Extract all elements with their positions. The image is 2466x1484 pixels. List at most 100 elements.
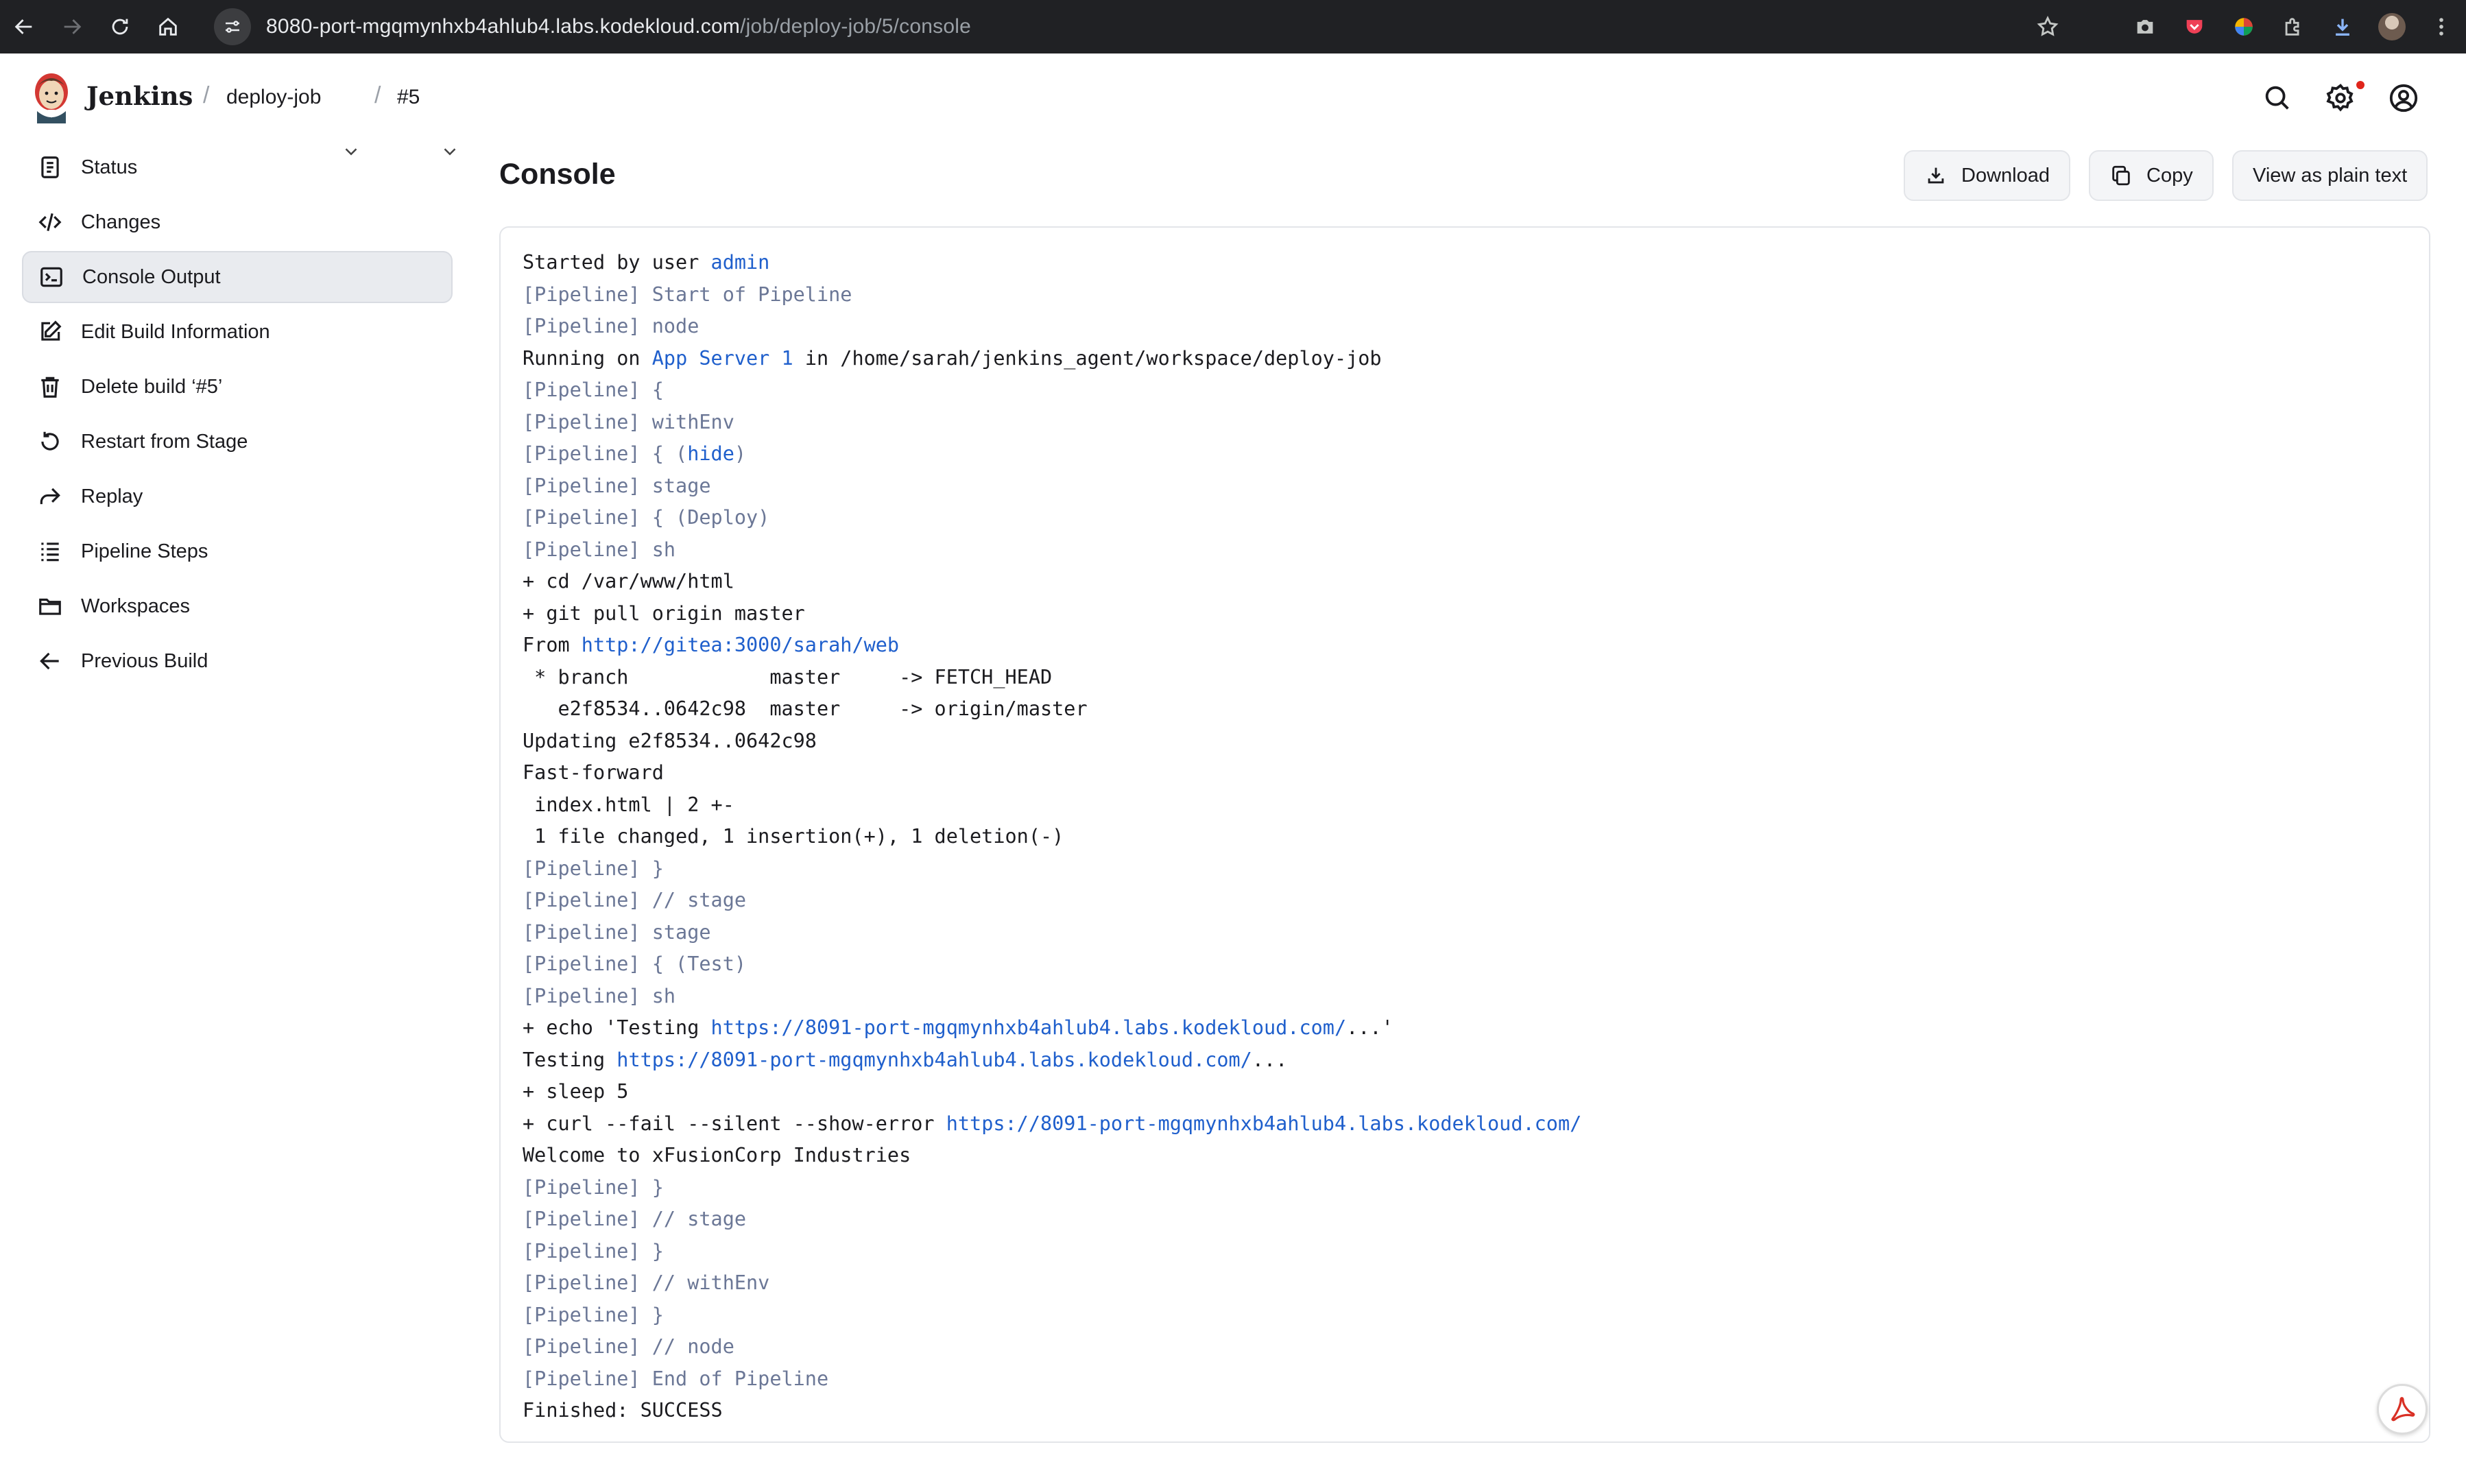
console-line: [Pipeline] // stage xyxy=(523,885,2407,917)
console-line: [Pipeline] node xyxy=(523,311,2407,343)
sidebar-item-changes[interactable]: Changes xyxy=(22,196,453,248)
console-link[interactable]: http://gitea:3000/sarah/web xyxy=(582,634,899,656)
sidebar-item-pipeline-steps[interactable]: Pipeline Steps xyxy=(22,525,453,577)
console-link[interactable]: https://8091-port-mgqmynhxb4ahlub4.labs.… xyxy=(946,1112,1582,1135)
sidebar-item-restart-from-stage[interactable]: Restart from Stage xyxy=(22,416,453,468)
console-text: e2f8534..0642c98 master -> origin/master xyxy=(523,697,1088,720)
pipeline-step-text: [Pipeline] Start of Pipeline xyxy=(523,283,852,306)
code-icon xyxy=(37,209,63,235)
console-text: in /home/sarah/jenkins_agent/workspace/d… xyxy=(793,346,1382,370)
console-text: ...' xyxy=(1346,1016,1393,1039)
back-button[interactable] xyxy=(0,0,48,53)
sidebar-item-label: Status xyxy=(81,156,138,178)
star-icon xyxy=(2037,15,2059,36)
pipeline-step-text: [Pipeline] // stage xyxy=(523,889,747,911)
pdf-extension-button[interactable] xyxy=(2377,1384,2428,1435)
console-line: index.html | 2 +- xyxy=(523,789,2407,822)
pipeline-step-text: [Pipeline] } xyxy=(523,1175,664,1199)
home-icon xyxy=(159,17,177,36)
jenkins-header: Jenkins / deploy-job / #5 xyxy=(0,53,2466,156)
forward-button[interactable] xyxy=(48,0,96,53)
notification-dot xyxy=(2356,81,2365,89)
breadcrumb-separator: / xyxy=(203,82,210,108)
tune-icon xyxy=(226,21,239,33)
console-line: [Pipeline] } xyxy=(523,1172,2407,1204)
sidebar-item-label: Edit Build Information xyxy=(81,320,270,343)
address-bar[interactable]: 8080-port-mgqmynhxb4ahlub4.labs.kodeklou… xyxy=(214,5,2066,48)
profile-button[interactable] xyxy=(2367,0,2417,53)
sidebar-item-status[interactable]: Status xyxy=(22,141,453,193)
console-line: [Pipeline] { (hide) xyxy=(523,438,2407,470)
console-link[interactable]: hide xyxy=(687,442,734,465)
restart-icon xyxy=(37,429,63,455)
download-button[interactable]: Download xyxy=(1904,150,2070,201)
color-extension-button[interactable] xyxy=(2219,0,2269,53)
view-plain-text-button[interactable]: View as plain text xyxy=(2232,150,2428,201)
sidebar-item-label: Replay xyxy=(81,485,143,507)
downloads-button[interactable] xyxy=(2318,0,2367,53)
edit-icon xyxy=(37,319,63,345)
console-text: Testing xyxy=(523,1048,617,1071)
breadcrumb-build[interactable]: #5 xyxy=(397,86,420,109)
console-text: Updating e2f8534..0642c98 xyxy=(523,729,817,752)
more-vertical-icon xyxy=(2439,18,2443,36)
color-wheel-icon xyxy=(2235,18,2253,36)
console-link[interactable]: https://8091-port-mgqmynhxb4ahlub4.labs.… xyxy=(616,1049,1252,1071)
breadcrumb-separator: / xyxy=(374,82,381,108)
console-text: ... xyxy=(1252,1048,1288,1071)
pipeline-step-text: [Pipeline] { (Deploy) xyxy=(523,506,770,529)
screenshot-extension-button[interactable] xyxy=(2120,0,2170,53)
manage-jenkins-button[interactable] xyxy=(2325,82,2356,114)
search-button[interactable] xyxy=(2262,82,2293,114)
view-plain-text-label: View as plain text xyxy=(2253,164,2408,187)
arrow-left-icon xyxy=(37,648,63,674)
breadcrumb-job[interactable]: deploy-job xyxy=(226,86,321,109)
sidebar-item-delete-build[interactable]: Delete build ‘#5’ xyxy=(22,361,453,413)
console-line: [Pipeline] stage xyxy=(523,470,2407,503)
arrow-left-icon xyxy=(14,19,32,34)
sidebar-item-label: Pipeline Steps xyxy=(81,540,208,562)
pipeline-step-text: [Pipeline] } xyxy=(523,1303,664,1326)
console-line: e2f8534..0642c98 master -> origin/master xyxy=(523,693,2407,726)
console-text: Welcome to xFusionCorp Industries xyxy=(523,1144,911,1166)
jenkins-logo-icon[interactable] xyxy=(29,70,74,123)
console-link[interactable]: App Server 1 xyxy=(652,347,793,370)
jenkins-brand[interactable]: Jenkins xyxy=(86,81,193,111)
user-account-button[interactable] xyxy=(2388,82,2419,114)
site-info-button[interactable] xyxy=(214,8,251,45)
pocket-extension-button[interactable] xyxy=(2170,0,2219,53)
download-icon xyxy=(2336,19,2349,36)
console-link[interactable]: admin xyxy=(711,251,770,274)
console-line: Updating e2f8534..0642c98 xyxy=(523,726,2407,758)
sidebar: Status Changes Console Output Edit Build… xyxy=(22,141,453,690)
sidebar-item-previous-build[interactable]: Previous Build xyxy=(22,635,453,687)
console-text: Running on xyxy=(523,346,652,370)
console-text: index.html | 2 +- xyxy=(523,793,734,816)
folder-icon xyxy=(37,593,63,619)
console-link[interactable]: https://8091-port-mgqmynhxb4ahlub4.labs.… xyxy=(711,1016,1347,1039)
pipeline-step-text: [Pipeline] End of Pipeline xyxy=(523,1367,829,1390)
sidebar-item-edit-build-information[interactable]: Edit Build Information xyxy=(22,306,453,358)
console-line: [Pipeline] } xyxy=(523,1300,2407,1332)
sidebar-item-label: Console Output xyxy=(82,265,221,288)
sidebar-item-console-output[interactable]: Console Output xyxy=(22,251,453,303)
console-line: [Pipeline] { (Deploy) xyxy=(523,502,2407,534)
puzzle-icon xyxy=(2285,18,2299,36)
sidebar-item-replay[interactable]: Replay xyxy=(22,470,453,523)
console-output: Started by user admin [Pipeline] Start of… xyxy=(523,247,2407,1427)
sidebar-item-workspaces[interactable]: Workspaces xyxy=(22,580,453,632)
extensions-button[interactable] xyxy=(2269,0,2318,53)
console-text: + echo 'Testing xyxy=(523,1016,711,1039)
console-line: Finished: SUCCESS xyxy=(523,1395,2407,1427)
browser-menu-button[interactable] xyxy=(2417,0,2466,53)
sidebar-item-label: Delete build ‘#5’ xyxy=(81,375,223,398)
search-icon xyxy=(2265,86,2289,110)
home-button[interactable] xyxy=(144,0,192,53)
copy-button[interactable]: Copy xyxy=(2089,150,2214,201)
console-line: + git pull origin master xyxy=(523,598,2407,630)
console-line: From http://gitea:3000/sarah/web xyxy=(523,630,2407,662)
url-host: 8080-port-mgqmynhxb4ahlub4.labs.kodeklou… xyxy=(266,15,741,38)
bookmark-star-button[interactable] xyxy=(2023,0,2072,53)
console-line: Fast-forward xyxy=(523,757,2407,789)
reload-button[interactable] xyxy=(96,0,144,53)
